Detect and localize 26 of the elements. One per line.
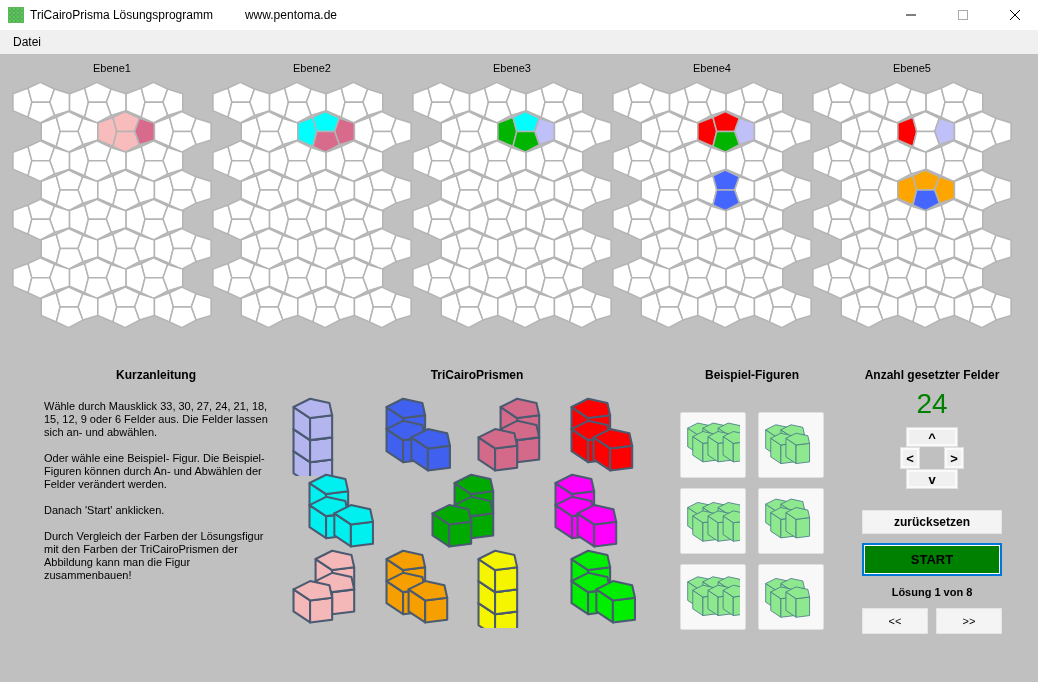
start-button[interactable]: START (862, 543, 1002, 576)
level-label: Ebene1 (93, 62, 131, 74)
instruction-paragraph: Oder wähle eine Beispiel- Figur. Die Beispiel-Figuren können durch An- und Abwählen der Felder verändert werden. (44, 452, 266, 491)
instruction-paragraph: Danach 'Start' anklicken. (44, 504, 166, 517)
reset-button[interactable]: zurücksetzen (862, 510, 1002, 534)
move-button[interactable]: > (945, 448, 963, 468)
page-button[interactable]: << (862, 608, 928, 634)
move-button[interactable]: v (907, 470, 957, 488)
website-url: www.pentoma.de (244, 8, 337, 22)
instruction-paragraph: Durch Vergleich der Farben der Lösungsfigur mit den Farben der TriCairoPrismen der Abbildung kann man die Figur zusammenbauen! (44, 530, 265, 582)
window-title: TriCairoPrisma Lösungsprogramm (30, 8, 213, 22)
move-button[interactable]: < (901, 448, 919, 468)
page-button[interactable]: >> (936, 608, 1002, 634)
level-label: Ebene4 (693, 62, 731, 74)
instruction-paragraph: Wähle durch Mausklick 33, 30, 27, 24, 21, 18, 15, 12, 9 oder 6 Felder aus. Die Felder lassen sich an- und abwählen. (44, 400, 268, 439)
level-label: Ebene5 (893, 62, 931, 74)
instructions-heading: Kurzanleitung (115, 368, 197, 382)
counter-label: Anzahl gesetzter Felder (864, 368, 1000, 382)
level-label: Ebene3 (493, 62, 531, 74)
counter-value: 24 (916, 388, 948, 420)
move-button[interactable]: ^ (907, 428, 957, 446)
menu-item[interactable]: Datei (6, 35, 48, 49)
solution-counter: Lösung 1 von 8 (891, 586, 973, 598)
examples-heading: Beispiel-Figuren (705, 368, 799, 382)
prisms-heading: TriCairoPrismen (429, 368, 525, 382)
level-label: Ebene2 (293, 62, 331, 74)
